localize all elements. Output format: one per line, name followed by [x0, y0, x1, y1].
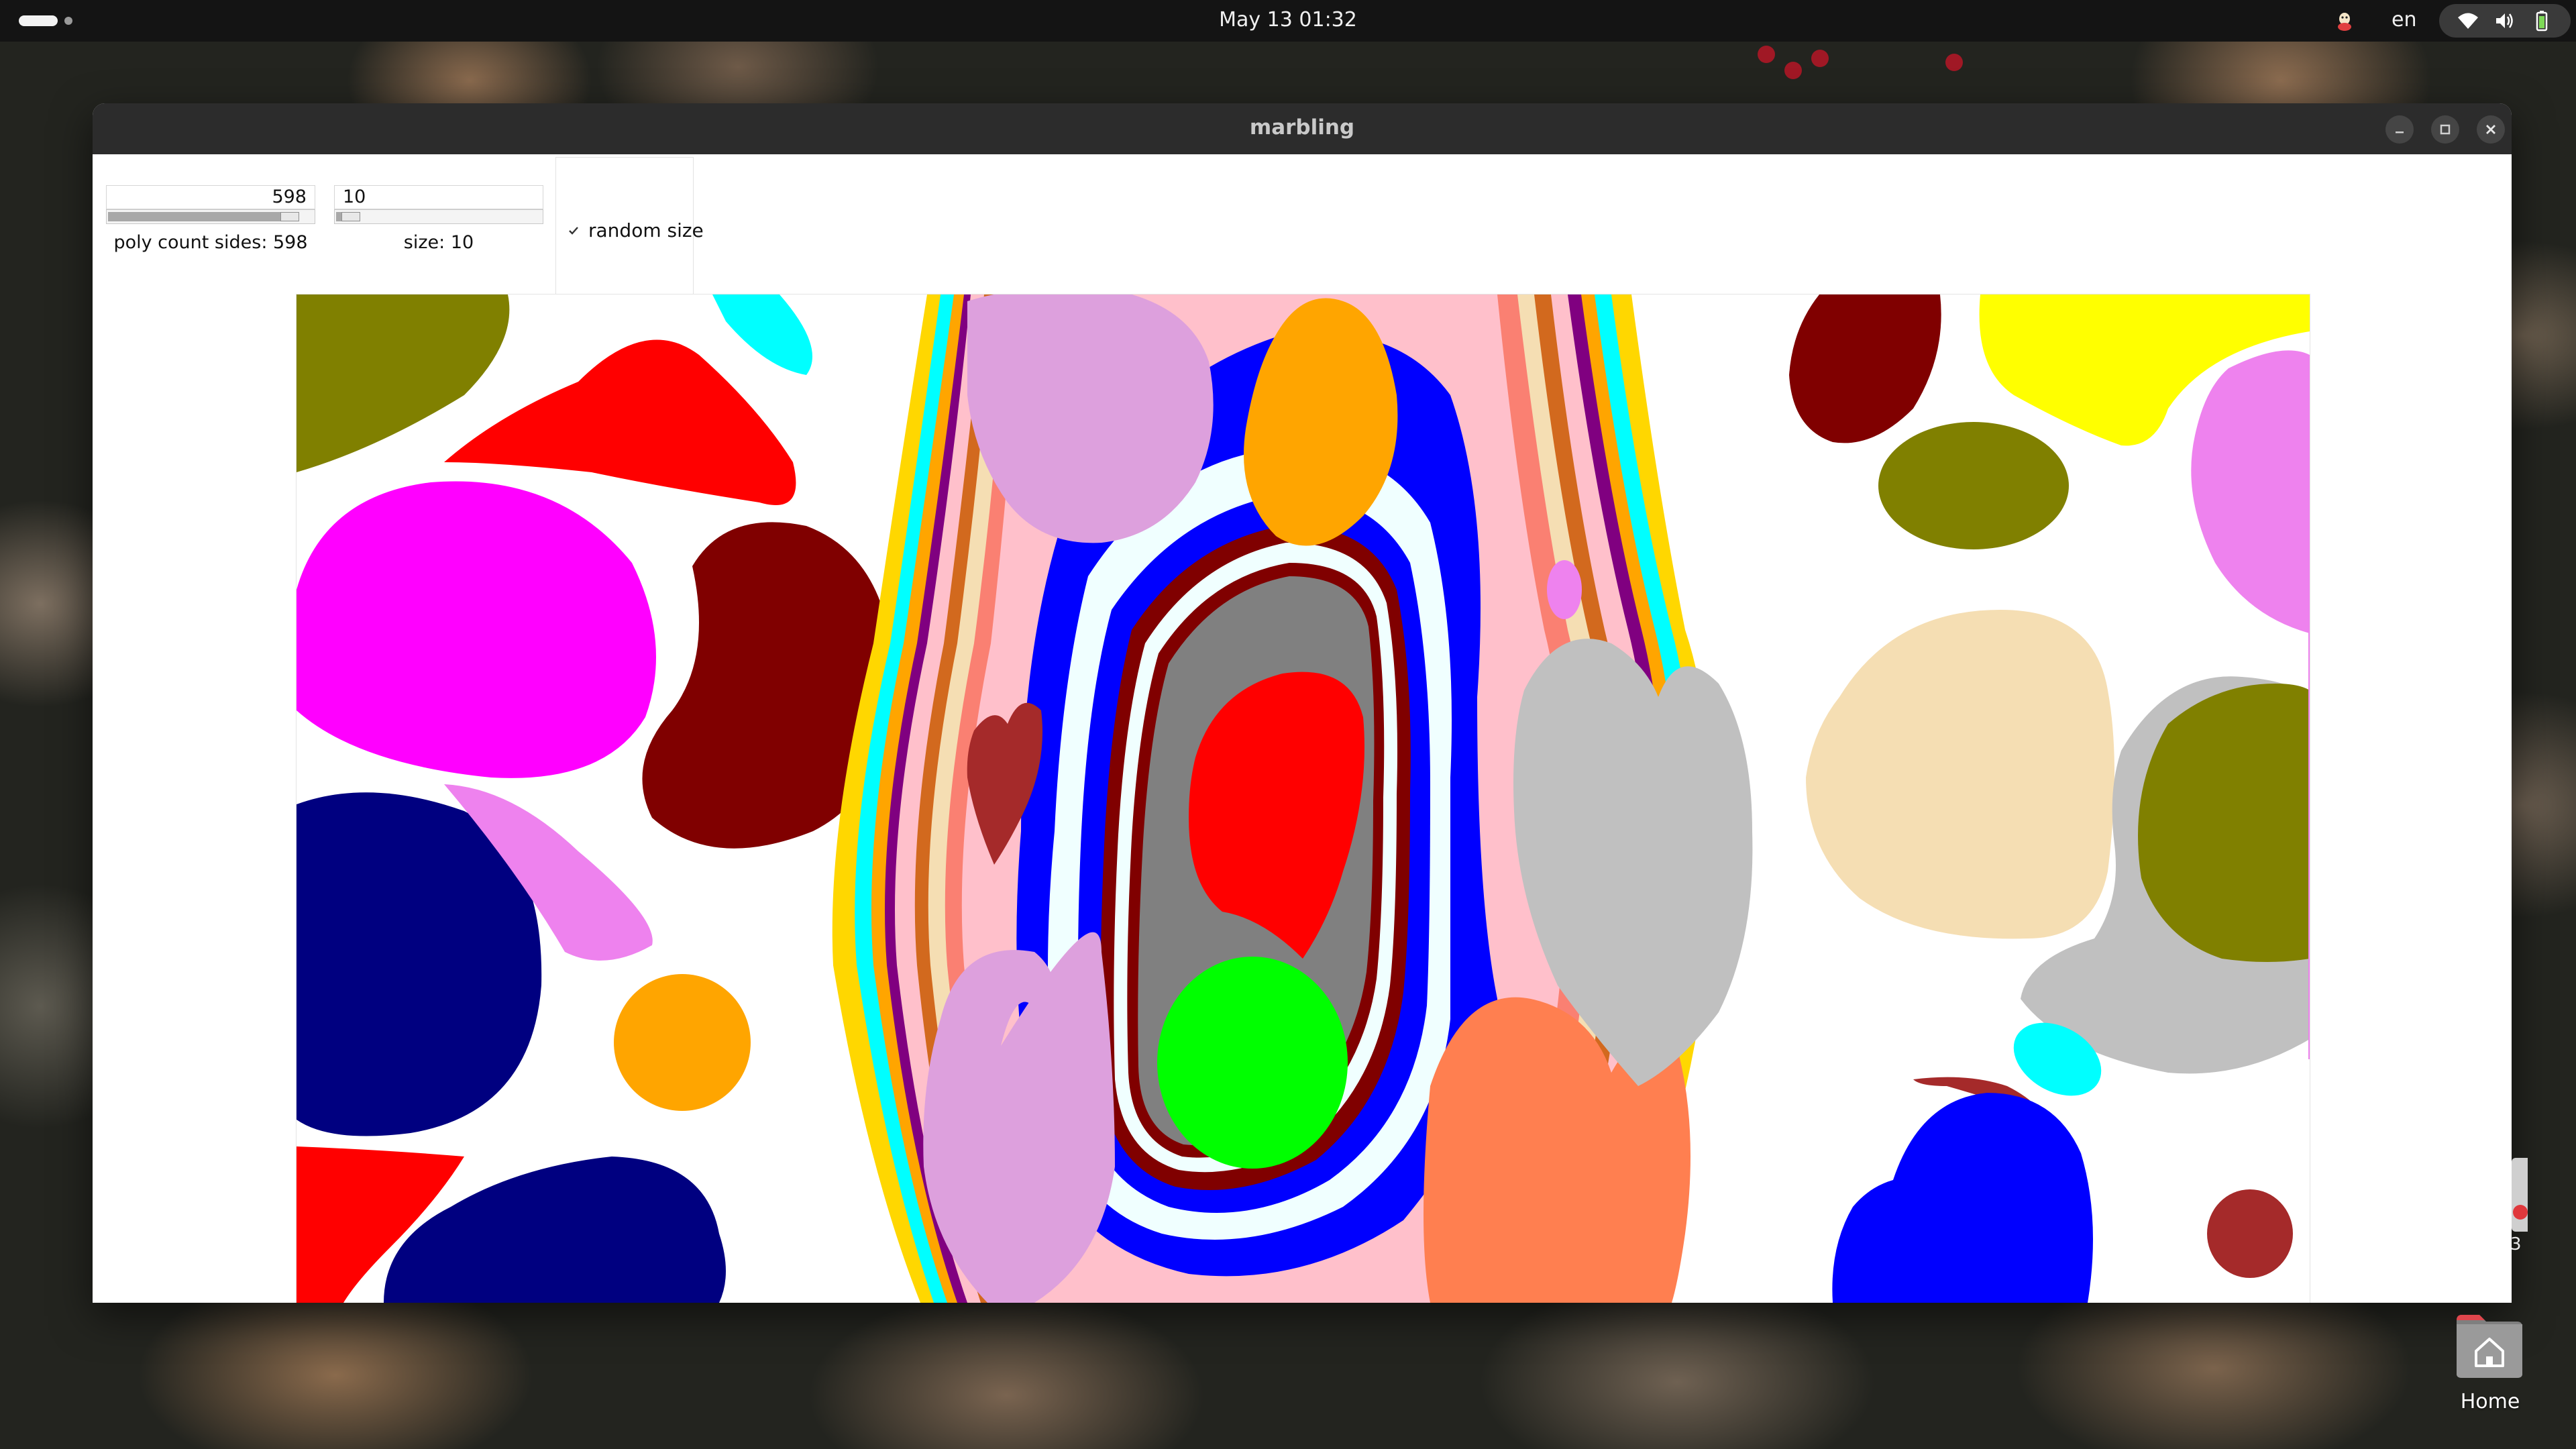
size-slider[interactable]: [334, 209, 543, 224]
home-folder-icon[interactable]: [2453, 1311, 2526, 1381]
size-control: 10 size: 10: [334, 185, 543, 253]
checkmark-icon[interactable]: [568, 225, 579, 236]
marble-blob: [2207, 1189, 2293, 1278]
canvas-edge-line: [2308, 630, 2310, 1059]
clock-text[interactable]: May 13 01:32: [1219, 8, 1357, 32]
poly-count-slider-thumb[interactable]: [280, 212, 299, 221]
close-icon: [2486, 125, 2496, 134]
clock: May 13 01:32: [0, 8, 2576, 32]
marbling-canvas-svg[interactable]: [297, 294, 2310, 1303]
marble-blob: [1878, 422, 2069, 549]
app-indicator-icon[interactable]: [2333, 9, 2356, 32]
marble-blob: [1547, 560, 1582, 619]
size-slider-thumb[interactable]: [341, 212, 360, 221]
system-menu[interactable]: [2439, 4, 2571, 38]
home-folder-label[interactable]: Home: [2428, 1390, 2552, 1413]
berry-decoration: [1945, 54, 1963, 71]
window-title: marbling: [1249, 115, 1355, 140]
language-indicator[interactable]: en: [2392, 8, 2416, 32]
volume-icon: [2496, 13, 2513, 28]
marble-blob: [1157, 957, 1348, 1169]
random-size-checkbox[interactable]: random size: [568, 219, 704, 241]
activities-icon[interactable]: [19, 15, 72, 27]
maximize-button[interactable]: [2431, 115, 2459, 144]
size-caption: size: 10: [403, 232, 474, 253]
berry-decoration: [1784, 62, 1802, 79]
workspace-dot: [64, 17, 72, 25]
marbling-canvas[interactable]: [296, 294, 2310, 1303]
marble-blob: [614, 974, 751, 1111]
berry-decoration: [1758, 46, 1775, 63]
notification-badge-icon: [2513, 1205, 2528, 1220]
top-bar: May 13 01:32 en: [0, 0, 2576, 42]
workspace-pill: [19, 15, 58, 26]
poly-count-caption: poly count sides: 598: [113, 232, 308, 253]
side-widget[interactable]: [2512, 1158, 2528, 1232]
title-bar[interactable]: marbling: [93, 103, 2512, 154]
battery-icon: [2536, 11, 2547, 32]
close-button[interactable]: [2477, 115, 2505, 144]
poly-count-value[interactable]: 598: [106, 185, 315, 209]
size-value[interactable]: 10: [334, 185, 543, 209]
poly-count-control: 598 poly count sides: 598: [106, 185, 315, 253]
poly-count-slider[interactable]: [106, 209, 315, 224]
marbling-window: marbling 598 poly count sides: 598 10 si…: [93, 103, 2512, 1303]
wifi-icon: [2458, 13, 2479, 29]
maximize-icon: [2440, 124, 2451, 135]
minimize-button[interactable]: [2385, 115, 2414, 144]
side-digit: 3: [2510, 1234, 2522, 1254]
random-size-label: random size: [588, 219, 704, 241]
minimize-icon: [2396, 131, 2404, 133]
berry-decoration: [1811, 50, 1829, 67]
poly-count-slider-fill: [108, 212, 282, 221]
